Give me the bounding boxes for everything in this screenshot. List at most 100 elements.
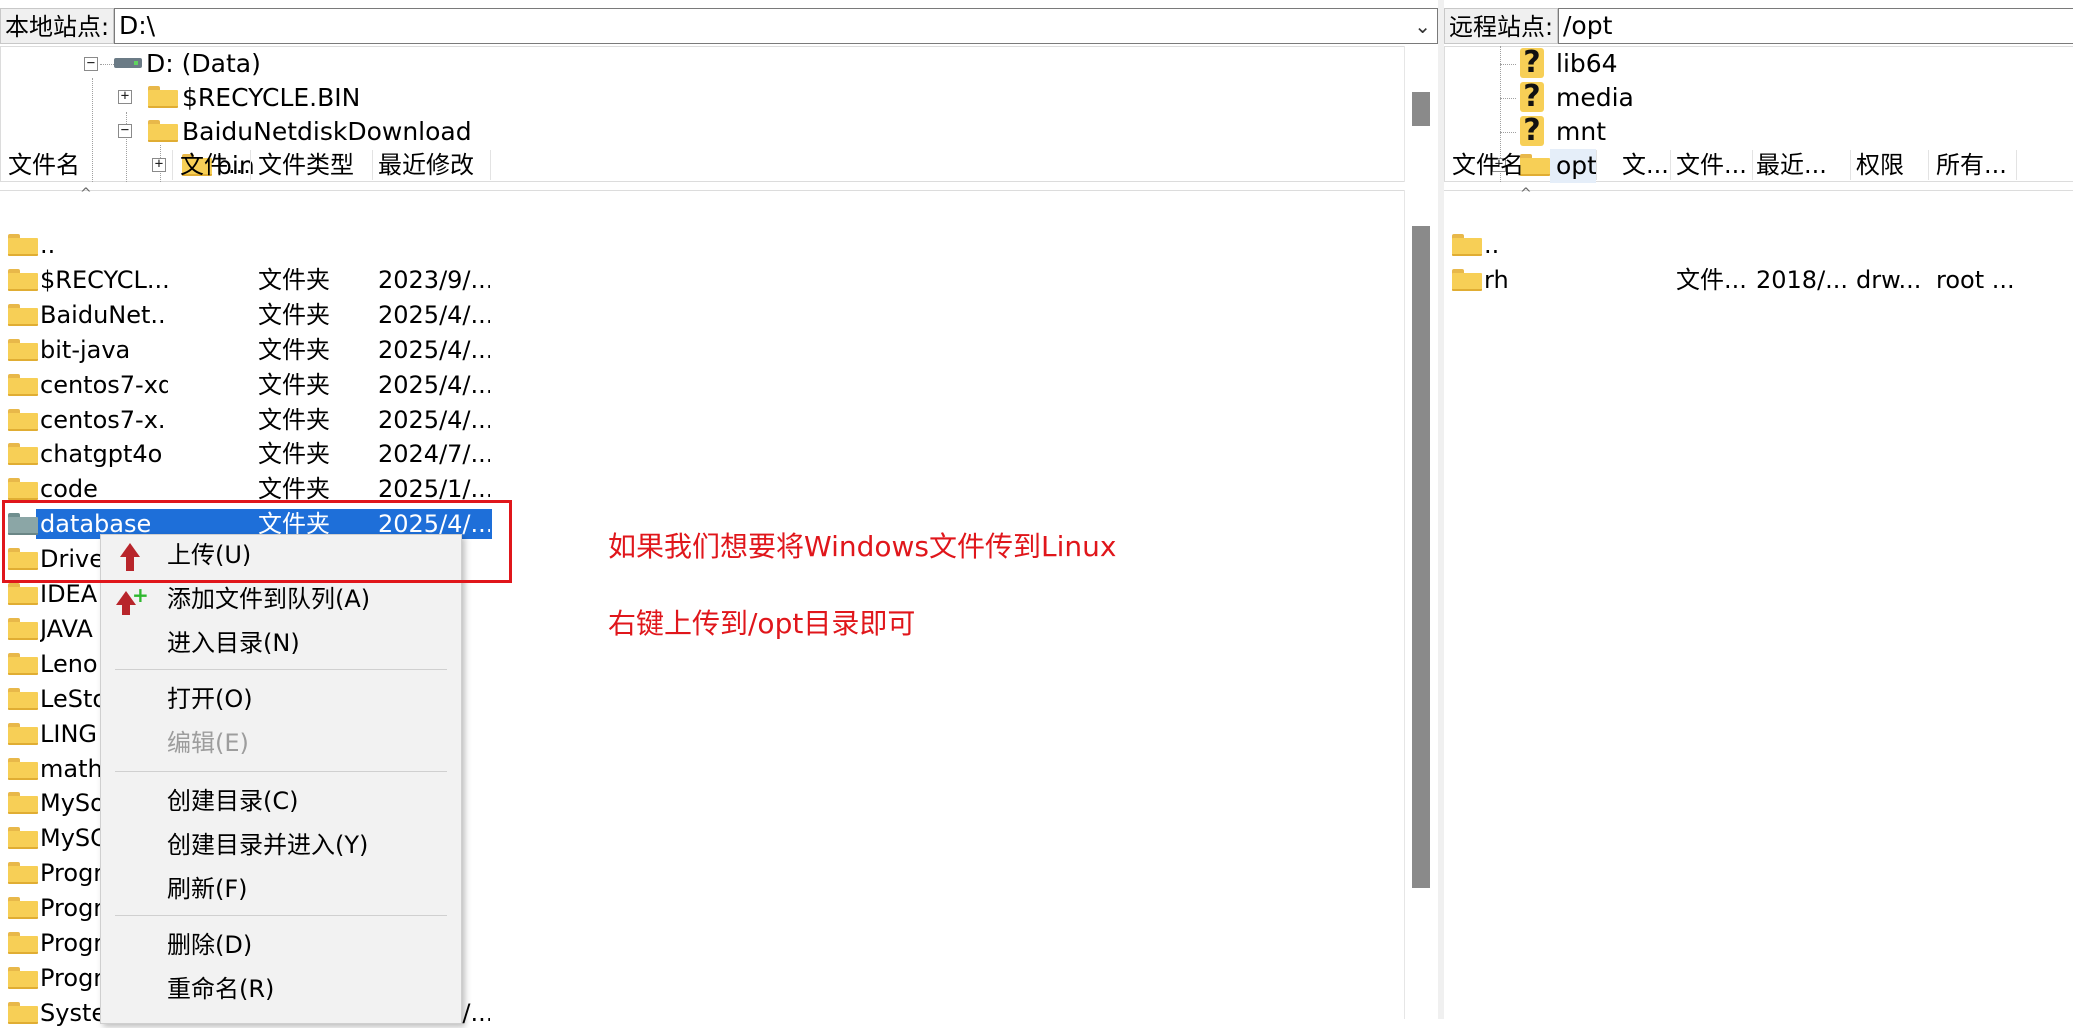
local-tree-scroll-thumb[interactable] [1412,92,1430,126]
folder-icon [8,409,38,431]
sort-ascending-icon: ^ [80,186,92,202]
folder-icon [8,304,38,326]
remote-file-permissions: drw... [1856,266,1922,294]
file-type: 文件夹 [258,371,330,399]
remote-path-value: /opt [1563,11,1613,40]
local-path-value: D:\ [119,11,156,40]
tree-collapse-icon[interactable]: − [84,56,98,71]
remote-file-list [1444,190,2073,1020]
remote-col-header-modified[interactable]: 最近... [1756,150,1852,180]
remote-col-header-owner[interactable]: 所有... [1936,150,2016,180]
menu-separator [115,669,447,670]
menu-item-create-directory[interactable]: 创建目录(C) [167,781,298,821]
remote-file-name: rh [1484,266,1509,294]
menu-item-refresh[interactable]: 刷新(F) [167,869,248,909]
file-type: 文件夹 [258,301,330,329]
tree-item-baidunetdiskdownload[interactable]: BaiduNetdiskDownload [182,115,472,149]
remote-col-header-name[interactable]: 文件名 [1452,150,1592,180]
highlight-box [2,500,512,583]
folder-icon [8,862,38,884]
file-name: centos7-x... [40,406,168,434]
folder-icon [8,583,38,605]
sort-ascending-icon: ^ [1520,186,1532,202]
remote-path-input[interactable]: /opt [1558,8,2073,44]
remote-file-modified: 2018/... [1756,266,1849,294]
file-type: 文件夹 [258,406,330,434]
file-row[interactable]: bit-java 文件夹 2025/4/... [0,335,500,365]
remote-tree-item-media[interactable]: media [1556,81,1634,115]
file-name: .. [40,231,56,259]
local-site-label: 本地站点: [0,8,114,44]
unknown-folder-icon: ? [1520,116,1544,146]
folder-icon [8,478,38,500]
remote-col-header-size[interactable]: 文... [1622,150,1674,180]
local-list-scroll-thumb[interactable] [1412,226,1430,888]
tree-item-d-drive[interactable]: D: (Data) [146,47,261,81]
remote-tree-item-lib64[interactable]: lib64 [1556,47,1618,81]
folder-icon [8,967,38,989]
menu-item-create-and-enter-directory[interactable]: 创建目录并进入(Y) [167,825,368,865]
file-modified: 2025/4/... [378,406,490,434]
folder-icon [8,758,38,780]
remote-file-row[interactable]: rh 文件... 2018/... drw... root ... [1444,265,2064,295]
menu-separator [115,915,447,916]
folder-icon [8,374,38,396]
menu-item-add-to-queue[interactable]: 添加文件到队列(A) [167,579,370,619]
annotation-line-2: 右键上传到/opt目录即可 [608,607,916,640]
file-modified: 2025/4/... [378,371,490,399]
menu-item-open[interactable]: 打开(O) [167,679,253,719]
folder-icon [8,932,38,954]
file-row[interactable]: centos7-x... 文件夹 2025/4/... [0,405,500,435]
file-name: bit-java [40,336,131,364]
col-header-type[interactable]: 文件类型 [258,150,368,180]
menu-item-enter-directory[interactable]: 进入目录(N) [167,623,300,663]
tree-item-recycle-bin[interactable]: $RECYCLE.BIN [182,81,360,115]
folder-icon [8,688,38,710]
local-path-input[interactable]: D:\ ⌄ [114,8,1438,44]
tree-expand-icon[interactable]: + [118,89,132,104]
folder-icon [8,723,38,745]
folder-icon [8,618,38,640]
file-name: $RECYCL... [40,266,168,294]
remote-col-header-permissions[interactable]: 权限 [1856,150,1926,180]
folder-icon [1452,234,1482,256]
folder-icon [148,86,178,108]
folder-icon [8,897,38,919]
file-modified: 2025/4/... [378,301,490,329]
menu-separator [115,771,447,772]
folder-icon [8,269,38,291]
file-row[interactable]: BaiduNet... 文件夹 2025/4/... [0,300,500,330]
file-type: 文件夹 [258,440,330,468]
remote-col-header-type[interactable]: 文件... [1676,150,1752,180]
menu-item-edit: 编辑(E) [167,729,249,757]
context-menu: 上传(U) + 添加文件到队列(A) 进入目录(N) 打开(O) 编辑(E) 创… [100,534,462,1024]
folder-icon [8,339,38,361]
tree-collapse-icon[interactable]: − [118,123,132,138]
menu-item-delete[interactable]: 删除(D) [167,925,252,965]
remote-file-name: .. [1484,231,1500,259]
annotation-line-1: 如果我们想要将Windows文件传到Linux [608,530,1117,563]
file-row[interactable]: $RECYCL... 文件夹 2023/9/... [0,265,500,295]
file-row[interactable]: centos7-xq 文件夹 2025/4/... [0,370,500,400]
remote-file-row[interactable]: .. [1444,230,2064,260]
file-name: chatgpt4o [40,440,163,468]
folder-icon [1452,269,1482,291]
file-row[interactable]: chatgpt4o 文件夹 2024/7/... [0,439,500,469]
drive-icon [114,54,142,70]
folder-icon [8,653,38,675]
file-modified: 2025/4/... [378,336,490,364]
col-header-modified[interactable]: 最近修改 [378,150,488,180]
remote-file-owner: root ... [1936,266,2015,294]
menu-item-rename[interactable]: 重命名(R) [167,969,274,1009]
col-header-name[interactable]: 文件名 [8,150,168,180]
col-header-size[interactable]: 文件... [180,150,252,180]
file-row[interactable]: .. [0,230,500,260]
folder-icon [8,1002,38,1024]
folder-icon [8,443,38,465]
unknown-folder-icon: ? [1520,82,1544,112]
file-modified: 2023/9/... [378,266,490,294]
remote-site-label: 远程站点: [1444,8,1558,44]
folder-icon [8,234,38,256]
remote-tree-item-mnt[interactable]: mnt [1556,115,1606,149]
chevron-down-icon[interactable]: ⌄ [1414,9,1431,43]
